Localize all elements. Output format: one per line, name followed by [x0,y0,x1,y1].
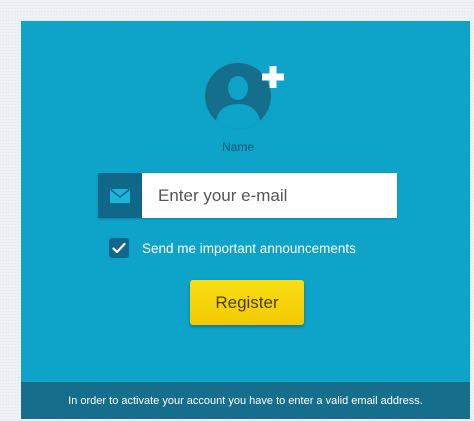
avatar-label: Name [221,140,254,154]
registration-panel: Name Send me important announcements Reg… [21,21,470,419]
register-button[interactable]: Register [190,280,304,325]
plus-icon[interactable] [261,65,285,89]
email-field[interactable] [142,173,397,218]
email-field-group [98,173,397,218]
announcements-row[interactable]: Send me important announcements [109,238,356,258]
footer-notice: In order to activate your account you ha… [21,382,470,419]
envelope-icon [98,173,142,218]
checkmark-icon [112,242,126,254]
announcements-label[interactable]: Send me important announcements [142,241,356,256]
announcements-checkbox[interactable] [109,238,129,258]
footer-text: In order to activate your account you ha… [68,394,423,407]
avatar-container[interactable] [205,63,284,129]
